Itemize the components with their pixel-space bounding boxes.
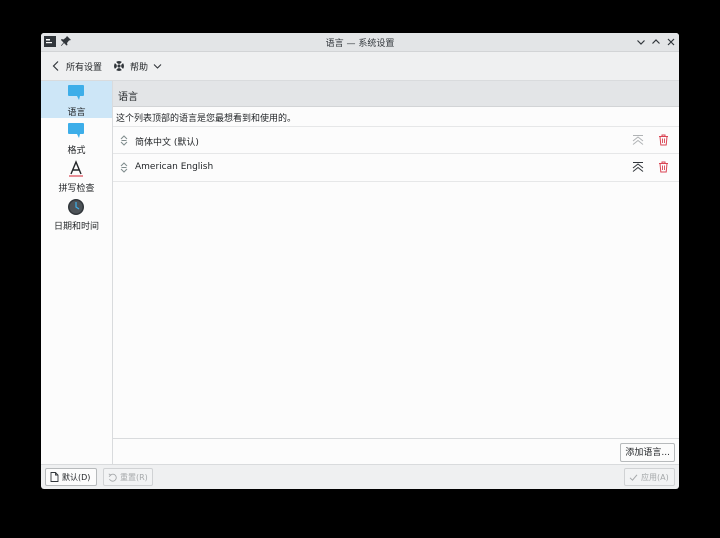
window-title: 语言 — 系统设置 (325, 39, 395, 49)
move-to-top-icon[interactable] (632, 161, 644, 173)
trash-icon[interactable] (658, 134, 669, 146)
apply-button[interactable]: 应用(A) (624, 468, 675, 486)
sidebar-item-label: 拼写检查 (58, 184, 95, 194)
minimize-icon[interactable] (635, 36, 647, 48)
chevron-down-icon (153, 64, 162, 69)
undo-icon (108, 472, 117, 482)
add-language-button[interactable]: 添加语言... (620, 443, 675, 462)
chevron-left-icon (52, 61, 59, 71)
sidebar-item-label: 语言 (67, 108, 86, 118)
sidebar-item-datetime[interactable]: 日期和时间 (41, 195, 112, 232)
help-menu-button[interactable]: 帮助 (113, 58, 162, 74)
sidebar: 语言 格式 拼写检查 日期和时间 (41, 80, 113, 465)
move-to-top-icon[interactable] (632, 134, 644, 146)
bottom-bar: 默认(D) 重置(R) 应用(A) (41, 464, 679, 489)
maximize-icon[interactable] (650, 36, 662, 48)
document-icon (50, 472, 59, 482)
drag-handle-icon[interactable] (120, 162, 128, 173)
list-item[interactable]: American English (113, 153, 679, 182)
list-item[interactable]: 简体中文 (默认) (113, 126, 679, 154)
main-panel: 语言 这个列表顶部的语言是您最想看到和使用的。 简体中文 (默认) Americ… (113, 80, 679, 465)
divider (113, 438, 679, 439)
sidebar-item-spellcheck[interactable]: 拼写检查 (41, 157, 112, 194)
language-name: 简体中文 (默认) (135, 138, 199, 148)
apply-label: 应用(A) (641, 472, 669, 482)
description-text: 这个列表顶部的语言是您最想看到和使用的。 (116, 114, 297, 124)
section-header: 语言 (113, 81, 679, 107)
reset-button[interactable]: 重置(R) (103, 468, 153, 486)
formats-icon (68, 123, 84, 138)
language-icon (68, 85, 84, 100)
defaults-button[interactable]: 默认(D) (45, 468, 97, 486)
sidebar-item-label: 格式 (67, 146, 86, 156)
trash-icon[interactable] (658, 161, 669, 173)
sidebar-item-label: 日期和时间 (53, 222, 99, 232)
title-bar[interactable]: 语言 — 系统设置 (41, 33, 679, 52)
drag-handle-icon[interactable] (120, 135, 128, 146)
back-label: 所有设置 (66, 62, 103, 73)
help-lifebuoy-icon (114, 61, 124, 71)
toolbar: 所有设置 帮助 (41, 52, 679, 79)
spellcheck-icon (69, 160, 83, 177)
page-title: 语言 (118, 92, 138, 103)
help-label: 帮助 (130, 62, 149, 73)
language-name: American English (135, 162, 214, 172)
checkmark-icon (629, 473, 638, 481)
settings-window: 语言 — 系统设置 所有设置 帮助 语言 格式 拼写检查 日期和时间 语言 这个… (41, 33, 679, 489)
close-icon[interactable] (665, 36, 677, 48)
clock-icon (68, 199, 84, 215)
reset-label: 重置(R) (120, 472, 148, 482)
sidebar-item-formats[interactable]: 格式 (41, 119, 112, 156)
back-button[interactable]: 所有设置 (51, 58, 102, 74)
sidebar-item-language[interactable]: 语言 (41, 81, 112, 118)
defaults-label: 默认(D) (62, 472, 91, 482)
